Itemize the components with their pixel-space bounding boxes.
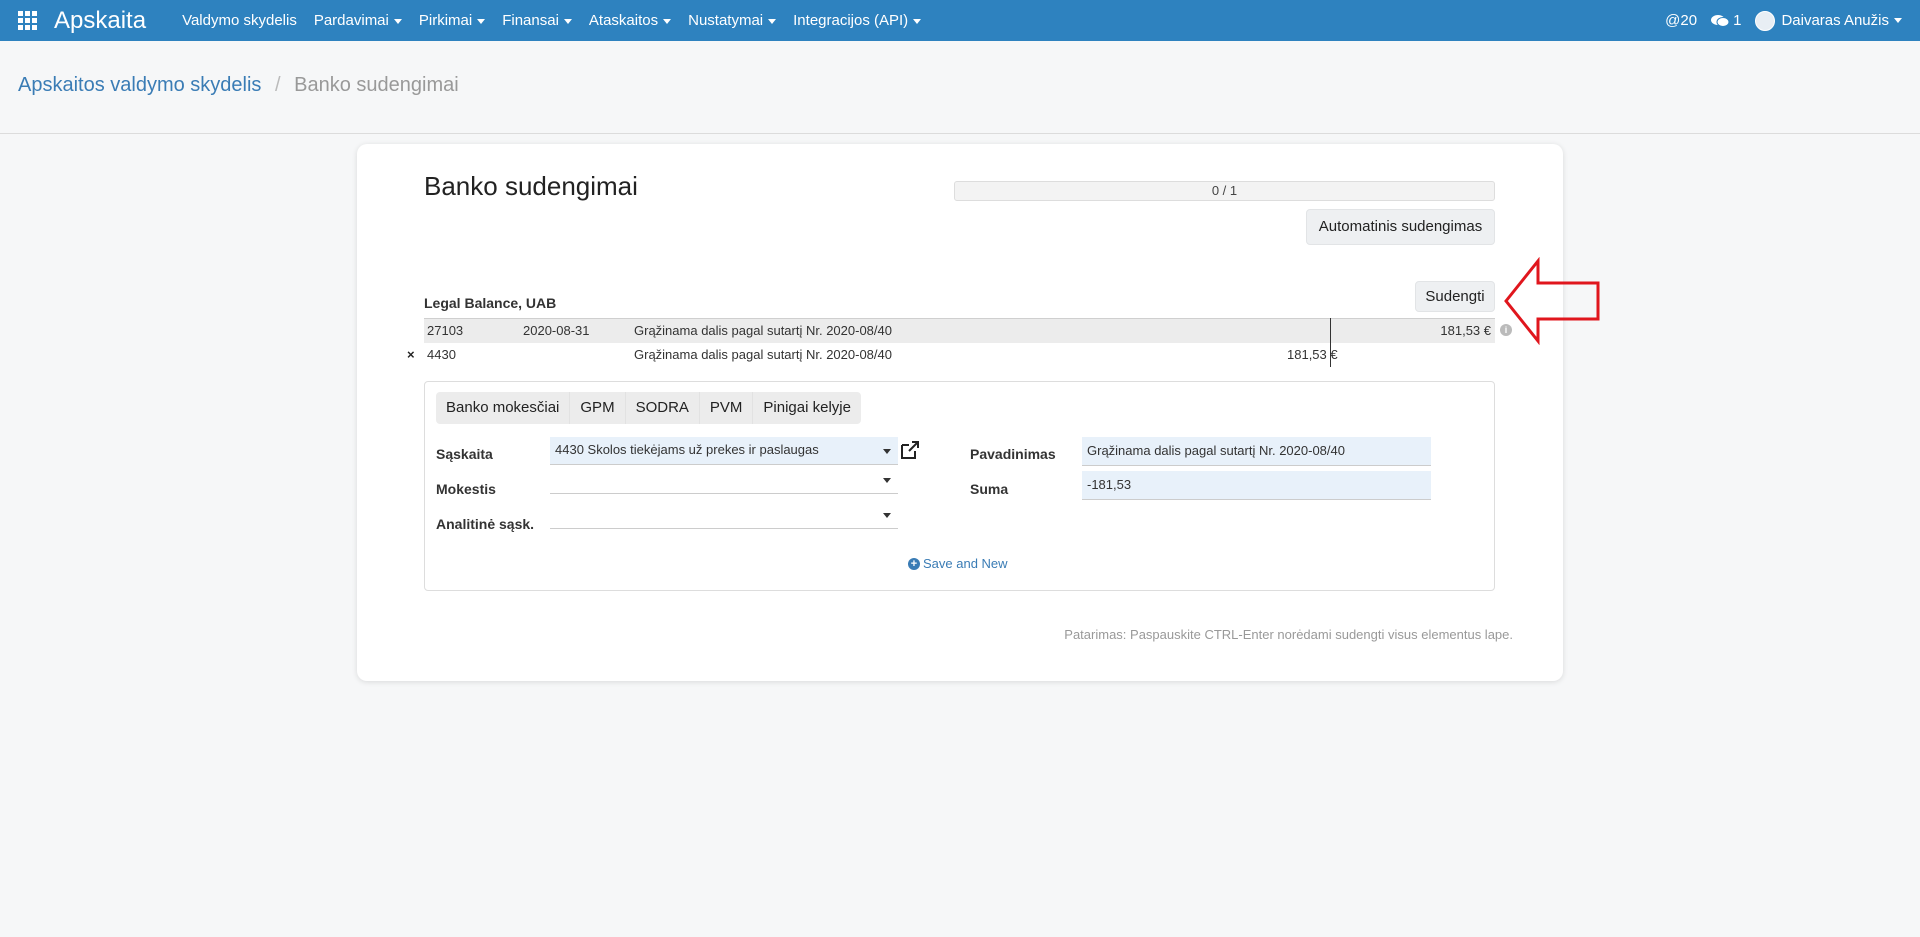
- hint-text: Patarimas: Paspauskite CTRL-Enter norėda…: [1064, 627, 1513, 642]
- matched-row-account: 4430: [427, 347, 456, 362]
- nav-reports[interactable]: Ataskaitos: [589, 12, 672, 29]
- chevron-down-icon: [477, 18, 486, 24]
- arrow-left-annotation-icon: [1504, 257, 1600, 345]
- nav-settings[interactable]: Nustatymai: [688, 12, 777, 29]
- account-label: Sąskaita: [436, 446, 493, 462]
- matched-row-description: Grąžinama dalis pagal sutartį Nr. 2020-0…: [634, 347, 892, 362]
- sum-label: Suma: [970, 481, 1009, 497]
- brand-logo[interactable]: Apskaita: [54, 7, 146, 35]
- partner-name: Legal Balance, UAB: [424, 295, 557, 311]
- column-divider: [1330, 318, 1331, 367]
- account-select-value: 4430 Skolos tiekėjams už prekes ir pasla…: [555, 442, 819, 457]
- messages-link[interactable]: 1: [1711, 12, 1741, 29]
- counterpart-form: Banko mokesčiai GPM SODRA PVM Pinigai ke…: [424, 381, 1495, 591]
- apps-grid-icon[interactable]: [18, 10, 38, 31]
- breadcrumb-current: Banko sudengimai: [294, 74, 459, 96]
- mentions-count: @20: [1665, 12, 1698, 29]
- auto-reconcile-button[interactable]: Automatinis sudengimas: [1306, 209, 1495, 245]
- tab-bank-fees[interactable]: Banko mokesčiai: [436, 392, 571, 424]
- bank-row-code: 27103: [427, 323, 464, 338]
- analytic-account-label: Analitinė sąsk.: [436, 516, 535, 532]
- chevron-down-icon: [768, 18, 777, 24]
- save-and-new-button[interactable]: + Save and New: [908, 556, 1008, 571]
- nav-finance[interactable]: Finansai: [502, 12, 572, 29]
- bank-row-amount: 181,53 €: [1440, 323, 1491, 338]
- avatar-icon: [1755, 10, 1776, 31]
- tab-sodra[interactable]: SODRA: [626, 392, 700, 424]
- bank-statement-row[interactable]: 27103 2020-08-31 Grąžinama dalis pagal s…: [424, 318, 1495, 343]
- tab-pvm[interactable]: PVM: [700, 392, 754, 424]
- quick-tabs: Banko mokesčiai GPM SODRA PVM Pinigai ke…: [436, 392, 861, 424]
- tab-gpm[interactable]: GPM: [570, 392, 626, 424]
- reconcile-button[interactable]: Sudengti: [1415, 281, 1495, 312]
- account-select[interactable]: 4430 Skolos tiekėjams už prekes ir pasla…: [550, 437, 898, 465]
- bank-row-date: 2020-08-31: [523, 323, 590, 338]
- external-link-icon[interactable]: [899, 440, 921, 460]
- breadcrumb-separator: /: [275, 74, 281, 96]
- nav-integrations[interactable]: Integracijos (API): [793, 12, 922, 29]
- messages-count: 1: [1733, 12, 1742, 29]
- remove-line-icon[interactable]: ×: [407, 348, 415, 362]
- nav-purchases[interactable]: Pirkimai: [419, 12, 486, 29]
- analytic-account-select[interactable]: [550, 501, 898, 529]
- chevron-down-icon: [663, 18, 672, 24]
- breadcrumb-parent-link[interactable]: Apskaitos valdymo skydelis: [18, 74, 261, 96]
- chevron-down-icon: [563, 18, 572, 24]
- mentions-link[interactable]: @20: [1665, 12, 1697, 29]
- tax-select[interactable]: [550, 466, 898, 494]
- chevron-down-icon: [1894, 18, 1902, 23]
- page-title: Banko sudengimai: [424, 171, 638, 201]
- bank-row-description: Grąžinama dalis pagal sutartį Nr. 2020-0…: [634, 323, 892, 338]
- user-name: Daivaras Anužis: [1781, 12, 1889, 29]
- tax-label: Mokestis: [436, 481, 496, 497]
- name-field[interactable]: Grąžinama dalis pagal sutartį Nr. 2020-0…: [1082, 437, 1431, 466]
- chat-icon: [1711, 14, 1730, 27]
- chevron-down-icon: [913, 18, 922, 24]
- name-label: Pavadinimas: [970, 446, 1056, 462]
- nav-dashboard[interactable]: Valdymo skydelis: [182, 12, 297, 29]
- tab-money-in-transit[interactable]: Pinigai kelyje: [753, 392, 861, 424]
- sum-field[interactable]: -181,53: [1082, 471, 1431, 500]
- matched-line-row[interactable]: 4430 Grąžinama dalis pagal sutartį Nr. 2…: [424, 344, 1495, 366]
- dropdown-arrow-icon: [883, 513, 891, 518]
- top-navbar: Apskaita Valdymo skydelis Pardavimai Pir…: [0, 0, 1920, 41]
- reconciliation-card: Banko sudengimai 0 / 1 Automatinis suden…: [357, 144, 1563, 681]
- nav-sales[interactable]: Pardavimai: [314, 12, 402, 29]
- user-menu[interactable]: Daivaras Anužis: [1755, 10, 1902, 31]
- save-and-new-label: Save and New: [923, 556, 1008, 571]
- dropdown-arrow-icon: [883, 449, 891, 454]
- breadcrumb-bar: Apskaitos valdymo skydelis / Banko suden…: [0, 41, 1920, 134]
- dropdown-arrow-icon: [883, 478, 891, 483]
- breadcrumb: Apskaitos valdymo skydelis / Banko suden…: [18, 74, 459, 97]
- plus-circle-icon: +: [908, 557, 920, 570]
- progress-bar: 0 / 1: [954, 181, 1495, 201]
- chevron-down-icon: [393, 18, 402, 24]
